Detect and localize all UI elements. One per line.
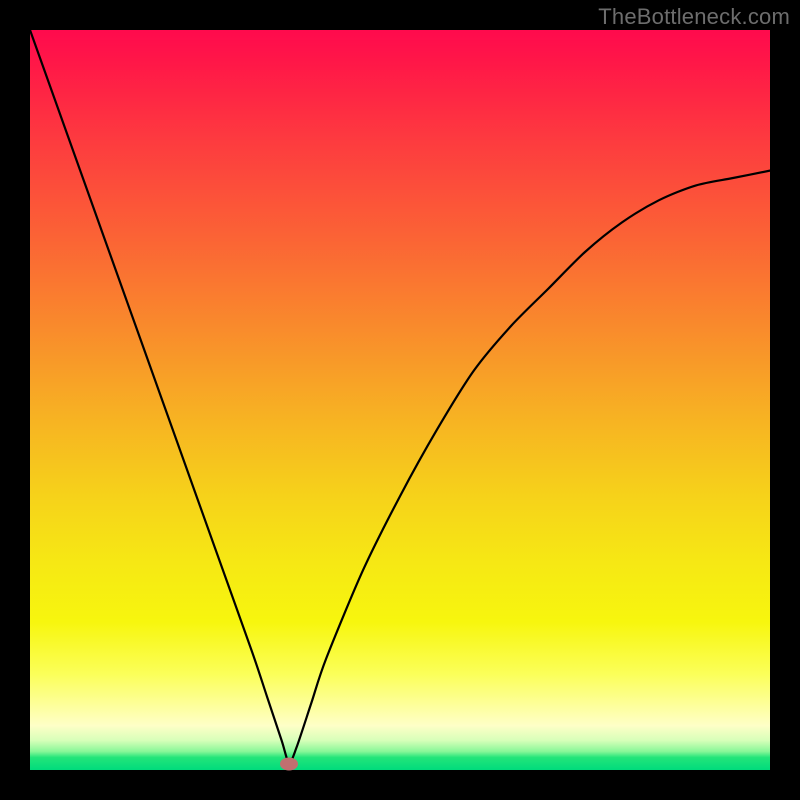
bottleneck-curve [30,30,770,770]
watermark-text: TheBottleneck.com [598,4,790,30]
optimal-point-marker [280,758,298,771]
plot-area [30,30,770,770]
chart-frame: TheBottleneck.com [0,0,800,800]
